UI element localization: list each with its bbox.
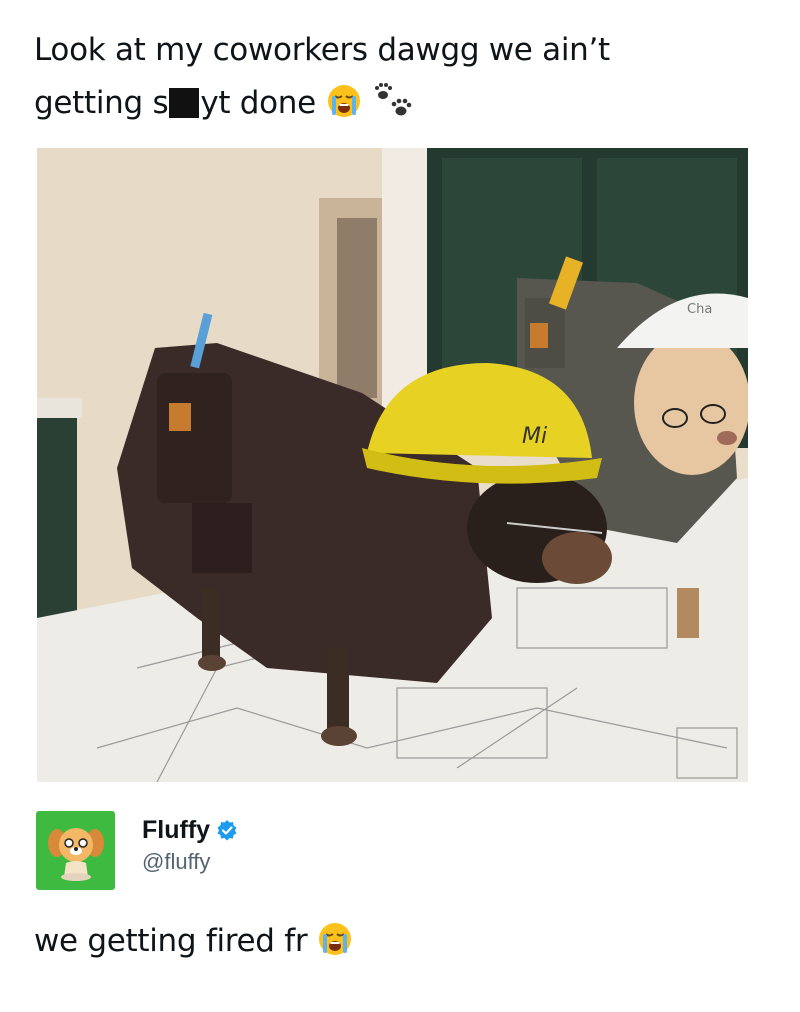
helmet-right-label: Cha [687, 302, 712, 317]
reply-text-content: we getting fired fr [34, 923, 308, 959]
helmet-left-label: Mi [522, 424, 547, 449]
reply-text: we getting fired fr [34, 918, 353, 970]
post-line-2-end: yt done [200, 85, 316, 121]
verified-badge-icon [216, 819, 238, 841]
post-text: Look at my coworkers dawgg we ain’t gett… [34, 24, 774, 136]
name-row: Fluffy [142, 813, 238, 847]
paw-prints-icon [371, 81, 415, 136]
post-photo[interactable]: Cha Mi [37, 148, 748, 782]
display-name[interactable]: Fluffy [142, 816, 210, 845]
quoted-account[interactable]: Fluffy @fluffy [36, 811, 238, 890]
dogs-in-construction-gear-image: Cha Mi [37, 148, 748, 782]
handle[interactable]: @fluffy [142, 849, 238, 875]
avatar[interactable] [36, 811, 115, 890]
account-names: Fluffy @fluffy [142, 813, 238, 875]
dog-avatar-icon [47, 827, 104, 881]
post-line-2-start: getting s [34, 85, 169, 121]
post-line-1: Look at my coworkers dawgg we ain’t [34, 32, 610, 68]
post-line-2: getting s yt done [34, 77, 774, 136]
loudly-crying-face-icon [326, 83, 362, 136]
censor-bar [169, 88, 200, 118]
loudly-crying-face-icon [317, 921, 353, 970]
